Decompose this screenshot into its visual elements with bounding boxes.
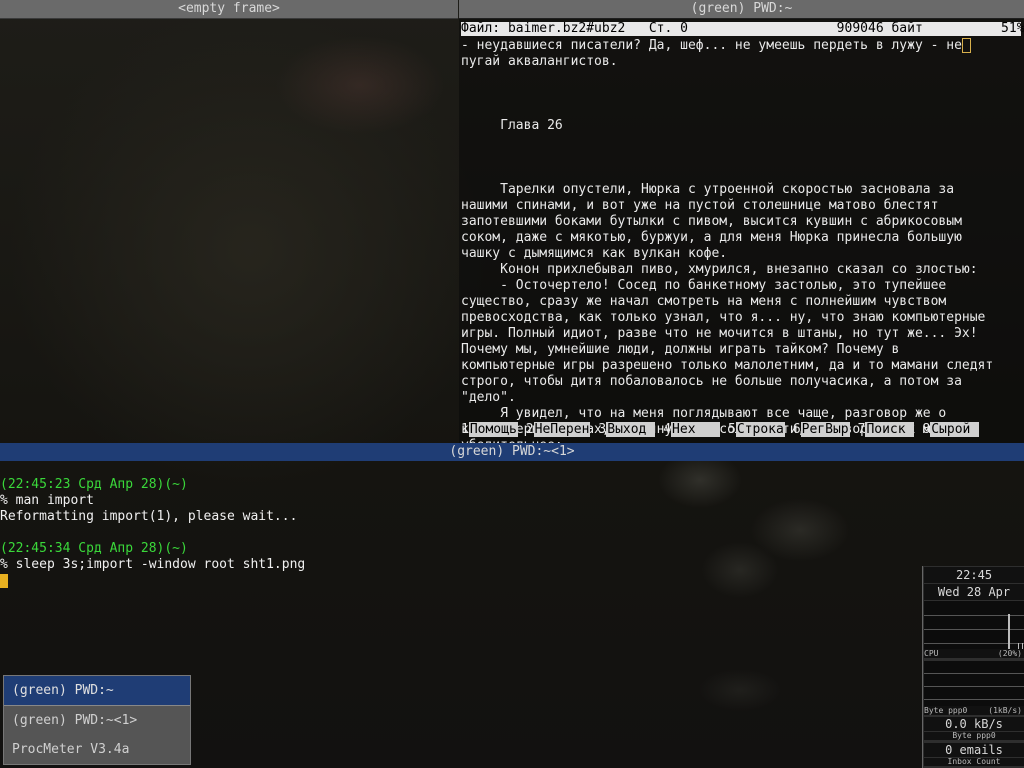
viewer-line: чашку с дымящимся как вулкан кофе. <box>461 246 728 261</box>
file-viewer-pane[interactable]: Файл: baimer.bz2#ubz2 Ст. 0 909046 байт … <box>459 18 1024 453</box>
terminal-cmd-line: % man import <box>0 493 94 508</box>
fkey-2[interactable]: 2НеПерен <box>526 422 591 437</box>
viewer-text: - неудавшиеся писатели? Да, шеф... не ум… <box>461 38 1021 454</box>
viewer-cursor <box>961 38 971 53</box>
window-list: (green) PWD:~ (green) PWD:~<1> ProcMeter V… <box>3 675 191 765</box>
fkey-3[interactable]: 3Выход <box>598 422 656 437</box>
cpu-label: CPU <box>924 649 939 658</box>
viewer-line: соком, даже с мякотью, буржуи, а для мен… <box>461 230 962 245</box>
viewer-line: существо, сразу же начал смотреть на мен… <box>461 294 947 309</box>
window-list-item[interactable]: (green) PWD:~ <box>4 676 190 706</box>
viewer-line: нашими спинами, и вот уже на пустой стол… <box>461 198 939 213</box>
viewer-line: Я увидел, что на меня поглядывают все ча… <box>461 406 947 421</box>
viewer-line <box>461 102 1021 118</box>
cpu-label-row: CPU (20%) <box>924 649 1024 658</box>
net-scale: (1kB/s) <box>988 706 1022 715</box>
terminal-prompt-line: (22:45:23 Срд Апр 28)(~) <box>0 477 188 492</box>
viewer-line: - неудавшиеся писатели? Да, шеф... не ум… <box>461 38 1021 54</box>
procmeter-panel: 22:45 Wed 28 Apr CPU (20%) Byte ppp0 (1kB/… <box>922 566 1024 768</box>
viewer-line: Глава 26 <box>461 118 563 133</box>
fkey-8[interactable]: 8Сырой <box>922 422 980 437</box>
mail-count: 0 emails <box>924 743 1024 757</box>
fkey-4[interactable]: 4Hex <box>663 422 721 437</box>
viewer-line: компьютерные игры разрешено только малол… <box>461 358 994 373</box>
viewer-line <box>461 134 1021 150</box>
cpu-scale: (20%) <box>997 649 1022 658</box>
procmeter-date: Wed 28 Apr <box>924 584 1024 600</box>
net-value: 0.0 kB/s <box>924 717 1024 731</box>
viewer-line: строго, чтобы дитя побаловалось не больш… <box>461 374 962 389</box>
viewer-line: "дело". <box>461 390 516 405</box>
window-list-item[interactable]: ProcMeter V3.4a <box>4 735 190 764</box>
mail-count-label: Inbox Count <box>924 758 1024 766</box>
viewer-line: Тарелки опустели, Нюрка с утроенной скор… <box>461 182 955 197</box>
viewer-line <box>461 86 1021 102</box>
window-list-item[interactable]: (green) PWD:~<1> <box>4 706 190 735</box>
viewer-line: - Осточертело! Сосед по банкетному засто… <box>461 278 947 293</box>
net-value-label: Byte ppp0 <box>924 732 1024 740</box>
viewer-line: Почему мы, умнейшие люди, должны играть … <box>461 342 900 357</box>
net-label-row: Byte ppp0 (1kB/s) <box>924 706 1024 715</box>
bottom-frame-title: (green) PWD:~<1> <box>0 443 1024 461</box>
viewer-line: запотевшими боками бутылки с пивом, выси… <box>461 214 962 229</box>
terminal-prompt-line: (22:45:34 Срд Апр 28)(~) <box>0 541 188 556</box>
viewer-line: превосходства, как только узнал, что я..… <box>461 310 986 325</box>
viewer-status-line: Файл: baimer.bz2#ubz2 Ст. 0 909046 байт … <box>461 21 1024 36</box>
fkey-5[interactable]: 5Строка <box>728 422 785 437</box>
function-key-bar: 1Помощь 2НеПерен 3Выход 4Hex 5Строка 6РегВы… <box>461 422 987 438</box>
viewer-line: игры. Полный идиот, разве что не мочится… <box>461 326 978 341</box>
viewer-line: Конон прихлебывал пиво, хмурился, внезап… <box>461 262 978 277</box>
terminal-out-line: Reformatting import(1), please wait... <box>0 509 298 524</box>
viewer-line <box>461 70 1021 86</box>
terminal-cursor-line <box>0 573 1024 589</box>
terminal-cmd-line: % sleep 3s;import -window root sht1.png <box>0 557 306 572</box>
net-label: Byte ppp0 <box>924 706 968 715</box>
terminal-cursor <box>0 573 8 588</box>
viewer-line <box>461 150 1021 166</box>
fkey-6[interactable]: 6РегВыр <box>793 422 850 437</box>
fkey-1[interactable]: 1Помощь <box>461 422 518 437</box>
fkey-7[interactable]: 7Поиск <box>858 422 915 437</box>
procmeter-time: 22:45 <box>924 567 1024 583</box>
left-frame-title: <empty frame> <box>0 0 458 19</box>
viewer-line <box>461 166 1021 182</box>
viewer-line: пугай аквалангистов. <box>461 54 618 69</box>
right-frame-title: (green) PWD:~ <box>459 0 1024 19</box>
